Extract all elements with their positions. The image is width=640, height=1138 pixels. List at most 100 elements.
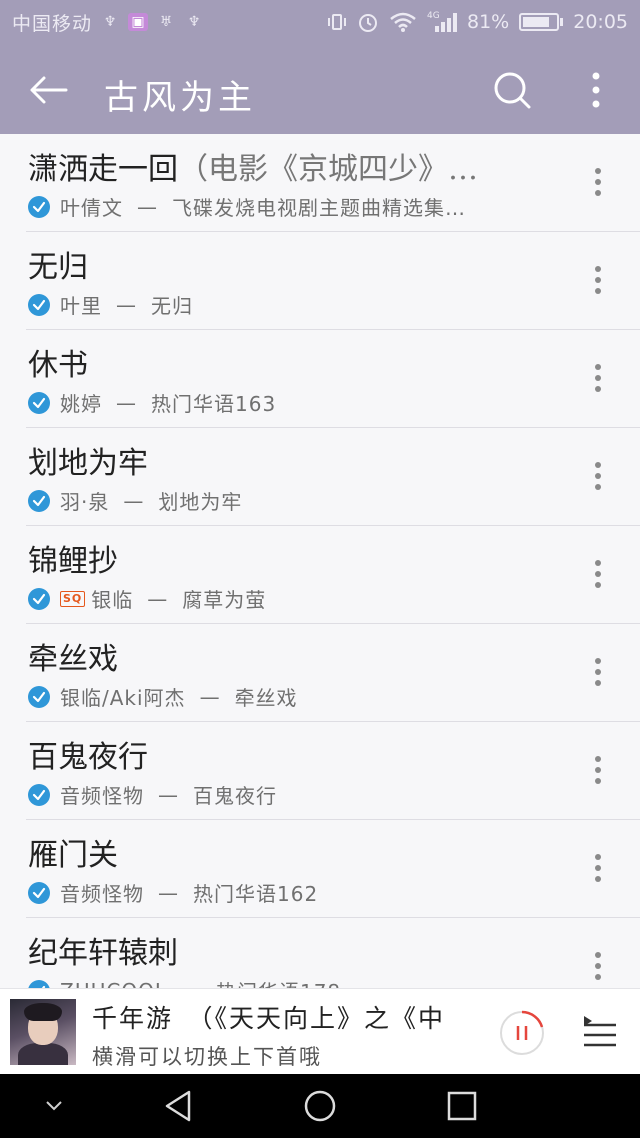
status-bar: 中国移动 ♆ ▣ ♅ ♆ 4G 81% 20:05 xyxy=(0,0,640,44)
song-row[interactable]: 牵丝戏 银临/Aki阿杰 — 牵丝戏 xyxy=(26,624,640,722)
song-more-button[interactable] xyxy=(586,164,610,200)
battery-level xyxy=(523,17,550,27)
downloaded-check-icon xyxy=(28,783,50,806)
clock-label: 20:05 xyxy=(573,11,628,33)
wifi-icon xyxy=(389,11,417,33)
page-title: 古风为主 xyxy=(104,78,256,118)
song-subtitle: 银临/Aki阿杰 — 牵丝戏 xyxy=(28,682,298,711)
song-more-button[interactable] xyxy=(586,948,610,984)
separator: — xyxy=(116,292,137,317)
song-title-text: 无归 xyxy=(28,250,88,285)
more-vertical-icon xyxy=(595,168,601,196)
system-nav-bar xyxy=(0,1074,640,1138)
song-row[interactable]: 纪年轩辕刺 ZHUCOOL — 热门华语178 xyxy=(26,918,640,988)
arrow-left-icon xyxy=(30,76,68,104)
nav-home-button[interactable] xyxy=(300,1086,340,1126)
playlist-icon xyxy=(584,1016,616,1047)
song-row[interactable]: 潇洒走一回（电影《京城四少》… 叶倩文 — 飞碟发烧电视剧主题曲精选集… xyxy=(26,134,640,232)
song-subtitle: SQ 银临 — 腐草为萤 xyxy=(28,584,266,613)
status-left: 中国移动 ♆ ▣ ♅ ♆ xyxy=(12,9,204,36)
more-vertical-icon xyxy=(595,364,601,392)
song-row[interactable]: 锦鲤抄 SQ 银临 — 腐草为萤 xyxy=(26,526,640,624)
song-title-text: 百鬼夜行 xyxy=(28,740,148,775)
song-subtitle: 姚婷 — 热门华语163 xyxy=(28,388,276,417)
song-title-text: 划地为牢 xyxy=(28,446,148,481)
chevron-down-icon xyxy=(46,1101,62,1111)
more-vertical-icon xyxy=(595,658,601,686)
song-list[interactable]: 潇洒走一回（电影《京城四少》… 叶倩文 — 飞碟发烧电视剧主题曲精选集… 无归 叶里 — 无归… xyxy=(0,134,640,988)
notification-icon: ♆ xyxy=(103,14,117,30)
song-more-button[interactable] xyxy=(586,654,610,690)
song-more-button[interactable] xyxy=(586,262,610,298)
song-row[interactable]: 无归 叶里 — 无归 xyxy=(26,232,640,330)
downloaded-check-icon xyxy=(28,195,50,218)
song-row[interactable]: 雁门关音频怪物 — 热门华语162 xyxy=(26,820,640,918)
song-title: 百鬼夜行 xyxy=(28,732,148,776)
song-subtitle: 羽·泉 — 划地为牢 xyxy=(28,486,242,515)
downloaded-check-icon xyxy=(28,979,50,988)
song-title-text: 纪年轩辕刺 xyxy=(28,936,178,971)
square-recents-icon xyxy=(447,1091,477,1121)
song-album: 划地为牢 xyxy=(158,490,243,514)
song-more-button[interactable] xyxy=(586,458,610,494)
nav-recents-button[interactable] xyxy=(442,1086,482,1126)
alarm-icon xyxy=(357,11,379,33)
notification-icon: ♆ xyxy=(187,14,201,30)
mini-player[interactable]: 千年游 （《天天向上》之《中 横滑可以切换上下首哦 xyxy=(0,988,640,1074)
sq-quality-badge: SQ xyxy=(60,590,86,607)
more-options-button[interactable] xyxy=(580,68,612,112)
hide-nav-button[interactable] xyxy=(34,1086,74,1126)
more-vertical-icon xyxy=(595,952,601,980)
song-album: 热门华语162 xyxy=(193,882,319,906)
downloaded-check-icon xyxy=(28,489,50,512)
downloaded-check-icon xyxy=(28,685,50,708)
song-artist: 音频怪物 xyxy=(60,882,144,906)
back-button[interactable] xyxy=(24,68,72,112)
nav-back-button[interactable] xyxy=(158,1086,198,1126)
separator: — xyxy=(123,488,145,513)
song-artist: 音频怪物 xyxy=(60,784,144,808)
now-playing-title[interactable]: 千年游 （《天天向上》之《中 xyxy=(92,999,482,1035)
song-title: 潇洒走一回（电影《京城四少》… xyxy=(28,144,478,188)
song-more-button[interactable] xyxy=(586,556,610,592)
pause-button[interactable] xyxy=(498,1009,546,1057)
song-subtitle: ZHUCOOL — 热门华语178 xyxy=(28,976,341,988)
separator: — xyxy=(158,782,179,807)
song-title: 雁门关 xyxy=(28,830,118,874)
search-button[interactable] xyxy=(490,68,534,112)
song-row[interactable]: 百鬼夜行 音频怪物 — 百鬼夜行 xyxy=(26,722,640,820)
more-vertical-icon xyxy=(595,854,601,882)
album-art[interactable] xyxy=(10,999,76,1065)
battery-percent-label: 81% xyxy=(467,11,510,33)
gallery-notification-icon: ▣ xyxy=(128,13,149,31)
separator: — xyxy=(199,684,221,709)
song-title: 牵丝戏 xyxy=(28,634,118,678)
network-type-label: 4G xyxy=(427,11,440,21)
downloaded-check-icon xyxy=(28,293,50,316)
song-artist: 羽·泉 xyxy=(60,490,110,514)
song-album: 百鬼夜行 xyxy=(193,784,277,808)
song-more-button[interactable] xyxy=(586,850,610,886)
song-album: 牵丝戏 xyxy=(234,686,298,710)
song-artist: 银临/Aki阿杰 xyxy=(60,686,186,710)
song-more-button[interactable] xyxy=(586,752,610,788)
separator: — xyxy=(137,194,158,219)
triangle-back-icon xyxy=(165,1090,191,1122)
song-artist: 叶倩文 xyxy=(60,196,123,220)
song-title: 纪年轩辕刺 xyxy=(28,928,178,972)
song-album: 飞碟发烧电视剧主题曲精选集… xyxy=(172,196,466,220)
playlist-button[interactable] xyxy=(580,1013,620,1053)
song-album: 热门华语163 xyxy=(151,392,277,416)
downloaded-check-icon xyxy=(28,881,50,904)
song-more-button[interactable] xyxy=(586,360,610,396)
separator: — xyxy=(158,880,179,905)
more-vertical-icon xyxy=(592,72,600,108)
song-artist: 叶里 xyxy=(60,294,102,318)
song-row[interactable]: 休书 姚婷 — 热门华语163 xyxy=(26,330,640,428)
song-row[interactable]: 划地为牢 羽·泉 — 划地为牢 xyxy=(26,428,640,526)
more-vertical-icon xyxy=(595,756,601,784)
more-vertical-icon xyxy=(595,266,601,294)
more-vertical-icon xyxy=(595,462,601,490)
song-album: 腐草为萤 xyxy=(182,588,267,612)
song-title-text: 雁门关 xyxy=(28,838,118,873)
